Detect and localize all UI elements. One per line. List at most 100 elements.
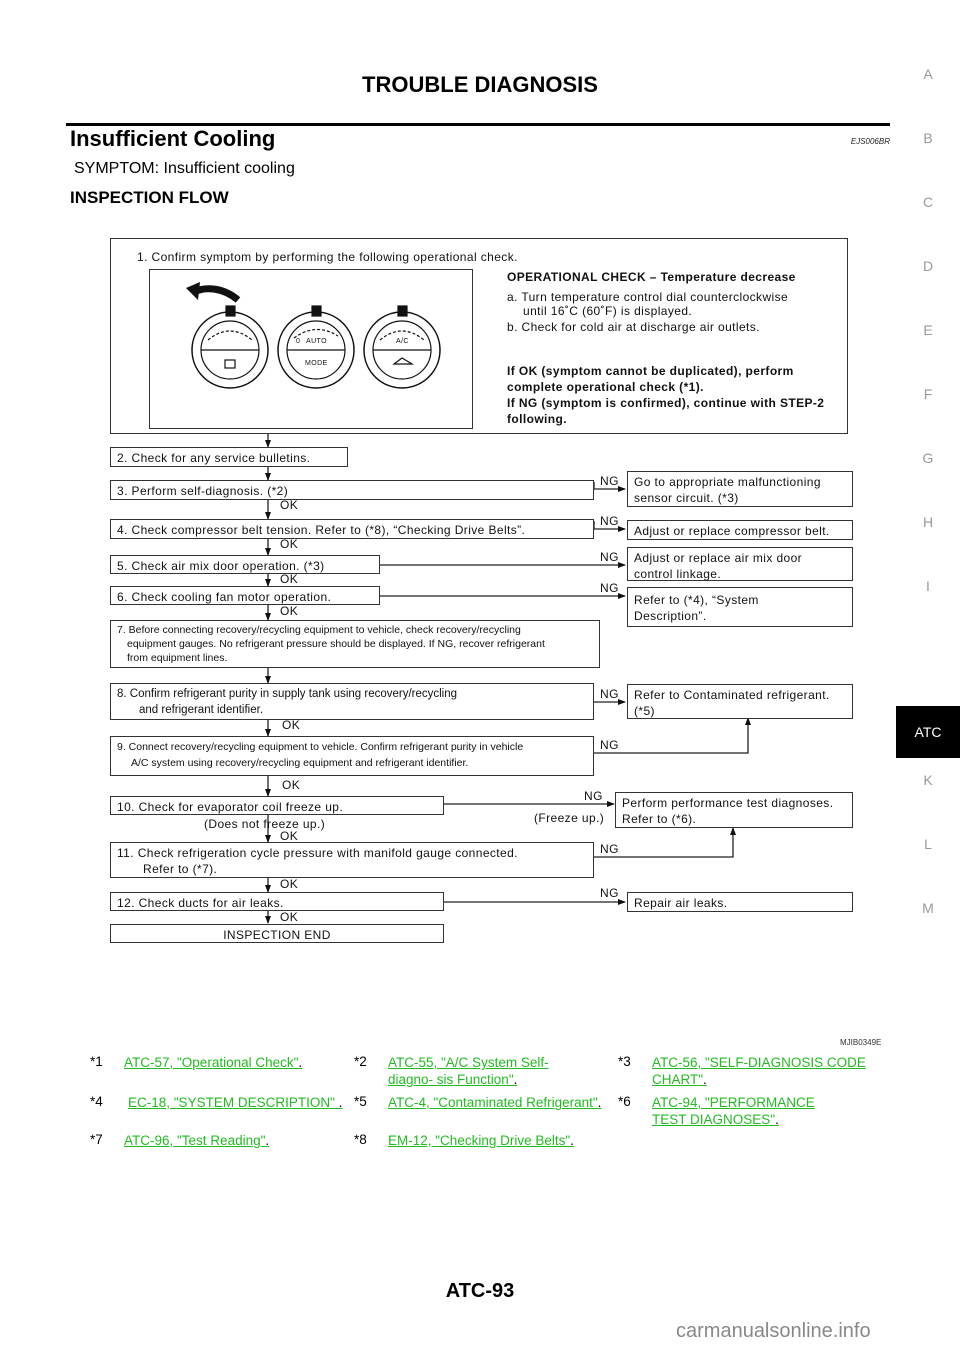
index-tab-b[interactable]: B [896,130,960,146]
ok-label-3: OK [280,498,299,512]
result-10-line-1: Perform performance test diagnoses. [622,796,834,810]
reference-link-em-12[interactable]: EM-12, "Checking Drive Belts". [388,1132,618,1149]
step-12-text: 12. Check ducts for air leaks. [117,896,284,910]
ng-label-4: NG [600,514,619,528]
reference-link-atc-56[interactable]: ATC-56, "SELF-DIAGNOSIS CODE CHART". [652,1054,877,1088]
ng-label-12: NG [600,886,619,900]
reference-link-ec-18[interactable]: EC-18, "SYSTEM DESCRIPTION" . [128,1094,358,1111]
reference-link-atc-96[interactable]: ATC-96, "Test Reading". [124,1132,354,1149]
reference-number: *1 [90,1054,103,1069]
symptom-text: SYMPTOM: Insufficient cooling [74,160,295,177]
index-tab-l[interactable]: L [896,836,960,852]
result-box-step-3: Go to appropriate malfunctioning sensor … [627,471,853,507]
result-box-step-4: Adjust or replace compressor belt. [627,520,853,540]
result-3-line-2: sensor circuit. (*3) [634,491,739,505]
index-tab-e[interactable]: E [896,322,960,338]
result-6-line-1: Refer to (*4), “System [634,593,759,607]
control-panel-illustration: 0 AUTO MODE A/C [149,269,473,429]
step-3-text: 3. Perform self-diagnosis. (*2) [117,484,289,498]
result-6-line-2: Description”. [634,609,707,623]
index-tab-h[interactable]: H [896,514,960,530]
index-tab-g[interactable]: G [896,450,960,466]
result-line-3: If NG (symptom is confirmed), continue w… [507,396,825,410]
inspection-end-text: INSPECTION END [223,928,331,942]
watermark: carmanualsonline.info [676,1320,871,1342]
ok-label-9: OK [282,778,301,792]
result-8-line-1: Refer to Contaminated refrigerant. [634,688,830,702]
step-8-box: 8. Confirm refrigerant purity in supply … [110,683,594,720]
result-12-text: Repair air leaks. [634,896,728,910]
index-tab-k[interactable]: K [896,772,960,788]
check-line-a2: until 16˚C (60˚F) is displayed. [523,304,693,318]
result-3-line-1: Go to appropriate malfunctioning [634,475,821,489]
dial-auto-label: AUTO [306,338,327,345]
step-8-line-2: and refrigerant identifier. [139,704,264,716]
ng-label-6: NG [600,581,619,595]
temperature-dial [191,305,269,389]
step-9-line-1: 9. Connect recovery/recycling equipment … [117,741,524,753]
reference-link-atc-57[interactable]: ATC-57, "Operational Check". [124,1054,354,1071]
index-tab-d[interactable]: D [896,258,960,274]
reference-link-atc-4[interactable]: ATC-4, "Contaminated Refrigerant". [388,1094,618,1111]
step-10-text: 10. Check for evaporator coil freeze up. [117,800,344,814]
reference-number: *5 [354,1094,367,1109]
index-tab-a[interactable]: A [896,66,960,82]
dial-ac-label: A/C [396,338,409,345]
reference-number: *8 [354,1132,367,1147]
result-box-step-8: Refer to Contaminated refrigerant. (*5) [627,684,853,719]
result-line-2: complete operational check (*1). [507,380,704,394]
ok-label-6: OK [280,604,299,618]
step-8-line-1: 8. Confirm refrigerant purity in supply … [117,688,458,700]
reference-link-atc-55[interactable]: ATC-55, "A/C System Self-diagno- sis Fun… [388,1054,588,1088]
ng-label-5: NG [600,550,619,564]
result-5-line-1: Adjust or replace air mix door [634,551,803,565]
step-7-line-2: equipment gauges. No refrigerant pressur… [127,638,545,650]
page-header-title: TROUBLE DIAGNOSIS [362,72,598,97]
ok-label-10: OK [280,829,299,843]
step-1-title: 1. Confirm symptom by performing the fol… [137,250,518,264]
result-box-step-6: Refer to (*4), “System Description”. [627,587,853,627]
ng-label-8: NG [600,687,619,701]
result-line-1: If OK (symptom cannot be duplicated), pe… [507,364,794,378]
ok-label-12: OK [280,910,299,924]
ng-label-9: NG [600,738,619,752]
page-number: ATC-93 [445,1280,515,1302]
reference-number: *2 [354,1054,367,1069]
section-code: EJS006BR [850,137,890,146]
reference-number: *3 [618,1054,631,1069]
ok-label-5: OK [280,572,299,586]
step-4-box: 4. Check compressor belt tension. Refer … [110,519,594,539]
step-11-line-1: 11. Check refrigeration cycle pressure w… [117,846,518,860]
step-1-box: 1. Confirm symptom by performing the fol… [110,238,848,434]
result-8-line-2: (*5) [634,704,655,718]
index-tab-f[interactable]: F [896,386,960,402]
ng-label-10: NG [584,789,603,803]
result-line-4: following. [507,412,567,426]
check-line-b: b. Check for cold air at discharge air o… [507,320,760,334]
step-6-text: 6. Check cooling fan motor operation. [117,590,332,604]
reference-link-atc-94[interactable]: ATC-94, "PERFORMANCE TEST DIAGNOSES". [652,1094,852,1128]
step-7-line-3: from equipment lines. [127,652,228,664]
step-9-box: 9. Connect recovery/recycling equipment … [110,736,594,776]
index-tab-c[interactable]: C [896,194,960,210]
ng-label-3: NG [600,474,619,488]
operational-check-title: OPERATIONAL CHECK – Temperature decrease [507,270,796,284]
step-2-text: 2. Check for any service bulletins. [117,451,311,465]
step-10-box: 10. Check for evaporator coil freeze up. [110,796,444,815]
step-11-box: 11. Check refrigeration cycle pressure w… [110,842,594,878]
index-tab-i[interactable]: I [896,578,960,594]
section-title: Insufficient Cooling [70,126,276,151]
step-11-line-2: Refer to (*7). [143,862,218,876]
step-12-box: 12. Check ducts for air leaks. [110,892,444,911]
step-7-box: 7. Before connecting recovery/recycling … [110,620,600,668]
ok-label-4: OK [280,537,299,551]
step-6-box: 6. Check cooling fan motor operation. [110,586,380,605]
ok-label-8: OK [282,718,301,732]
dial-zero-label: 0 [296,338,301,345]
index-tab-atc-active[interactable]: ATC [896,706,960,758]
reference-number: *7 [90,1132,103,1147]
no-freeze-label: (Does not freeze up.) [204,817,326,831]
index-tab-m[interactable]: M [896,900,960,916]
freeze-up-label: (Freeze up.) [534,811,605,825]
figure-code: MJIB0349E [840,1038,882,1047]
